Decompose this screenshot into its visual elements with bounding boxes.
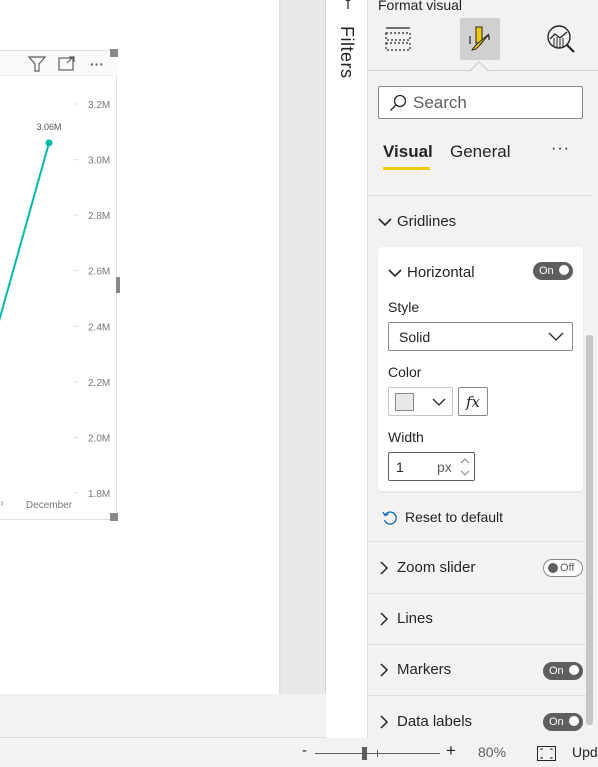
horizontal-toggle[interactable]: On bbox=[533, 262, 573, 280]
reset-to-default-button[interactable]: Reset to default bbox=[382, 509, 503, 525]
toggle-label: On bbox=[539, 265, 554, 277]
y-axis-tick-label: 2.4M bbox=[88, 322, 110, 333]
data-label: 3.06M bbox=[36, 122, 61, 132]
sub-tab-general[interactable]: General bbox=[450, 142, 510, 162]
width-value: 1 bbox=[396, 459, 404, 475]
chevron-down-icon bbox=[548, 332, 564, 341]
zoom-out-button[interactable]: - bbox=[302, 742, 307, 759]
tab-build-visual[interactable] bbox=[378, 18, 418, 60]
search-placeholder: Search bbox=[413, 92, 467, 112]
reset-icon bbox=[382, 510, 397, 525]
series-line[interactable] bbox=[0, 142, 50, 332]
sub-tab-visual[interactable]: Visual bbox=[383, 142, 433, 162]
divider bbox=[368, 541, 593, 542]
tab-analytics[interactable] bbox=[541, 18, 581, 60]
section-lines[interactable]: Lines bbox=[380, 610, 433, 627]
section-label: Gridlines bbox=[397, 213, 457, 230]
y-axis-tick-label: 1.8M bbox=[88, 489, 110, 500]
style-label: Style bbox=[388, 299, 420, 315]
y-axis-tick-label: 3.2M bbox=[88, 100, 110, 111]
section-gridlines[interactable]: Gridlines bbox=[378, 213, 456, 230]
toggle-label: Off bbox=[560, 562, 575, 574]
divider bbox=[368, 195, 593, 196]
chevron-right-icon bbox=[380, 714, 389, 729]
zoom-slider-default-tick bbox=[377, 750, 378, 757]
spinner-icon[interactable] bbox=[459, 455, 471, 479]
chevron-right-icon bbox=[380, 611, 389, 626]
zoom-slider-thumb[interactable] bbox=[362, 747, 367, 760]
canvas-gutter bbox=[279, 0, 326, 694]
section-label: Zoom slider bbox=[397, 559, 476, 576]
line-chart-visual[interactable]: ··· 3.2M 3.0M 2.8M 2.6M 2.4M 2.2M 2.0M 1.8M Dece… bbox=[0, 49, 120, 521]
format-brush-icon bbox=[469, 26, 490, 51]
zoom-in-button[interactable]: + bbox=[446, 741, 456, 761]
page-tabs-bar bbox=[0, 694, 326, 738]
search-input[interactable]: Search bbox=[378, 86, 583, 119]
y-axis-tick-label: 2.6M bbox=[88, 267, 110, 278]
toggle-knob bbox=[559, 265, 569, 275]
filters-pane[interactable]: Filters bbox=[326, 0, 368, 738]
toggle-knob bbox=[569, 665, 579, 675]
toggle-knob bbox=[548, 563, 558, 573]
style-dropdown[interactable]: Solid bbox=[388, 322, 573, 351]
x-axis-tick-label: December bbox=[26, 500, 73, 511]
line-chart: 3.2M 3.0M 2.8M 2.6M 2.4M 2.2M 2.0M 1.8M December… bbox=[0, 100, 110, 511]
chevron-right-icon bbox=[380, 560, 389, 575]
divider bbox=[368, 644, 593, 645]
format-pane: Format visual Search Visual General ··· bbox=[368, 0, 598, 738]
y-axis-tick-label: 3.0M bbox=[88, 156, 110, 167]
data-point-marker[interactable] bbox=[45, 139, 53, 147]
horizontal-label: Horizontal bbox=[407, 264, 475, 281]
y-axis-tick-label: 2.2M bbox=[88, 378, 110, 389]
section-label: Data labels bbox=[397, 713, 473, 730]
update-button[interactable]: Update bbox=[572, 744, 598, 760]
y-axis-tick-label: 2.8M bbox=[88, 211, 110, 222]
zoom-level[interactable]: 80% bbox=[478, 744, 506, 760]
search-icon bbox=[390, 94, 407, 111]
divider bbox=[368, 695, 593, 696]
width-label: Width bbox=[388, 429, 424, 445]
tab-format-visual[interactable] bbox=[460, 18, 500, 60]
active-sub-tab-underline bbox=[383, 167, 430, 170]
width-unit: px bbox=[437, 459, 452, 475]
data-labels-toggle[interactable]: On bbox=[543, 713, 583, 731]
filter-icon[interactable] bbox=[340, 0, 356, 10]
conditional-format-button[interactable]: fx bbox=[458, 387, 488, 416]
analytics-icon bbox=[547, 25, 575, 53]
filters-label[interactable]: Filters bbox=[336, 26, 357, 79]
more-options-button[interactable]: ··· bbox=[551, 140, 570, 158]
toggle-knob bbox=[569, 716, 579, 726]
chevron-down-icon bbox=[388, 268, 402, 277]
horizontal-gridlines-card: Horizontal On Style Solid Color fx Width… bbox=[378, 247, 583, 491]
report-canvas[interactable]: ··· 3.2M 3.0M 2.8M 2.6M 2.4M 2.2M 2.0M 1.8M Dece… bbox=[0, 0, 279, 694]
status-bar: - + 80% Update bbox=[0, 738, 598, 767]
section-markers[interactable]: Markers bbox=[380, 661, 451, 678]
width-input[interactable]: 1 px bbox=[388, 452, 475, 481]
color-picker[interactable] bbox=[388, 387, 453, 416]
chevron-down-icon bbox=[378, 217, 392, 226]
horizontal-header[interactable]: Horizontal bbox=[388, 264, 475, 281]
pane-title: Format visual bbox=[378, 0, 463, 13]
pane-scrollbar[interactable] bbox=[586, 335, 593, 725]
toggle-label: On bbox=[549, 665, 564, 677]
toggle-label: On bbox=[549, 716, 564, 728]
style-value: Solid bbox=[399, 328, 431, 345]
build-visual-icon bbox=[385, 27, 411, 51]
divider bbox=[368, 593, 593, 594]
active-tab-caret bbox=[469, 61, 489, 81]
color-label: Color bbox=[388, 364, 422, 380]
fit-to-page-icon[interactable] bbox=[537, 746, 556, 761]
chevron-down-icon bbox=[432, 398, 446, 406]
reset-label: Reset to default bbox=[405, 509, 504, 525]
zoom-slider-toggle[interactable]: Off bbox=[543, 559, 583, 577]
section-label: Markers bbox=[397, 661, 452, 678]
section-data-labels[interactable]: Data labels bbox=[380, 713, 472, 730]
y-axis-tick-label: 2.0M bbox=[88, 433, 110, 444]
section-label: Lines bbox=[397, 610, 433, 627]
section-zoom-slider[interactable]: Zoom slider bbox=[380, 559, 475, 576]
color-swatch bbox=[395, 393, 414, 411]
markers-toggle[interactable]: On bbox=[543, 662, 583, 680]
chevron-right-icon bbox=[380, 662, 389, 677]
